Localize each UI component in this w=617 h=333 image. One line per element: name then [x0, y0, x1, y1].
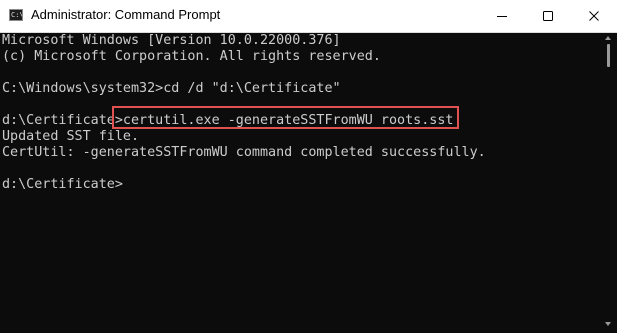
window-title: Administrator: Command Prompt [31, 7, 221, 22]
close-icon [589, 11, 599, 21]
console-line: Updated SST file. [2, 129, 140, 144]
scroll-up-arrow-icon[interactable] [605, 36, 611, 40]
maximize-icon [543, 11, 553, 21]
close-button[interactable] [571, 0, 617, 32]
console-line: CertUtil: -generateSSTFromWU command com… [2, 145, 486, 160]
console-line: (c) Microsoft Corporation. All rights re… [2, 49, 381, 64]
maximize-button[interactable] [525, 0, 571, 32]
console-line: C:\Windows\system32>cd /d "d:\Certificat… [2, 81, 341, 96]
minimize-icon [497, 16, 507, 17]
console-line: Microsoft Windows [Version 10.0.22000.37… [2, 33, 341, 48]
scrollbar-thumb[interactable] [607, 44, 610, 67]
console-prompt: d:\Certificate> [2, 177, 123, 192]
command-prompt-window: C:\ Administrator: Command Prompt Micros… [0, 0, 617, 333]
command-highlight-box [112, 106, 459, 129]
vertical-scrollbar[interactable] [600, 33, 617, 333]
scroll-down-arrow-icon[interactable] [605, 322, 611, 326]
command-prompt-icon: C:\ [9, 9, 23, 21]
title-bar[interactable]: C:\ Administrator: Command Prompt [0, 0, 617, 33]
console-output[interactable]: Microsoft Windows [Version 10.0.22000.37… [0, 33, 600, 333]
minimize-button[interactable] [479, 0, 525, 32]
